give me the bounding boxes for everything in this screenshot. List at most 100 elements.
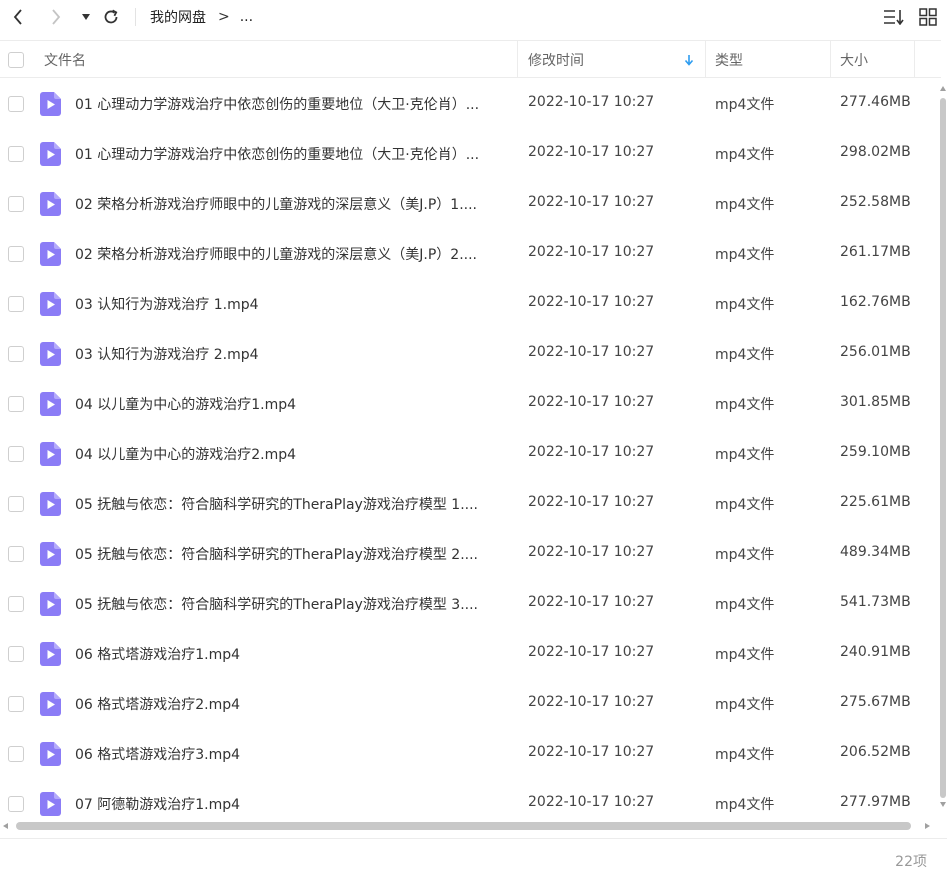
column-divider[interactable] <box>517 41 518 78</box>
row-checkbox[interactable] <box>8 546 24 562</box>
file-name[interactable]: 06 格式塔游戏治疗1.mp4 <box>75 644 505 664</box>
file-row[interactable]: 02 荣格分析游戏治疗师眼中的儿童游戏的深层意义（美J.P）2.... 2022-… <box>0 229 938 279</box>
row-checkbox[interactable] <box>8 596 24 612</box>
file-row[interactable]: 03 认知行为游戏治疗 2.mp4 2022-10-17 10:27 mp4文件 25… <box>0 329 938 379</box>
file-name[interactable]: 05 抚触与依恋：符合脑科学研究的TheraPlay游戏治疗模型 1.... <box>75 494 505 514</box>
file-type: mp4文件 <box>715 797 775 813</box>
scroll-right-arrow[interactable] <box>925 823 930 829</box>
file-name[interactable]: 06 格式塔游戏治疗2.mp4 <box>75 694 505 714</box>
file-row[interactable]: 06 格式塔游戏治疗1.mp4 2022-10-17 10:27 mp4文件 240.… <box>0 629 938 679</box>
file-type: mp4文件 <box>715 647 775 663</box>
checkbox-box[interactable] <box>8 51 24 68</box>
column-modified[interactable]: 修改时间 <box>528 41 584 78</box>
file-name[interactable]: 05 抚触与依恋：符合脑科学研究的TheraPlay游戏治疗模型 2.... <box>75 544 505 564</box>
file-row[interactable]: 05 抚触与依恋：符合脑科学研究的TheraPlay游戏治疗模型 1.... 20… <box>0 479 938 529</box>
file-name[interactable]: 06 格式塔游戏治疗3.mp4 <box>75 744 505 764</box>
file-name[interactable]: 01 心理动力学游戏治疗中依恋创伤的重要地位（大卫·克伦肖）... <box>75 94 505 114</box>
row-checkbox[interactable] <box>8 196 24 212</box>
file-size: 256.01MB <box>840 344 911 360</box>
row-checkbox[interactable] <box>8 646 24 662</box>
forward-button[interactable] <box>44 4 68 30</box>
video-file-icon <box>40 792 61 816</box>
scroll-down-arrow[interactable] <box>940 802 946 807</box>
scroll-left-arrow[interactable] <box>3 823 8 829</box>
row-checkbox[interactable] <box>8 346 24 362</box>
video-file-icon <box>40 192 61 216</box>
file-modified: 2022-10-17 10:27 <box>528 294 655 310</box>
file-row[interactable]: 05 抚触与依恋：符合脑科学研究的TheraPlay游戏治疗模型 2.... 20… <box>0 529 938 579</box>
file-type: mp4文件 <box>715 697 775 713</box>
row-checkbox[interactable] <box>8 746 24 762</box>
row-checkbox[interactable] <box>8 146 24 162</box>
horizontal-scrollbar[interactable] <box>0 818 938 832</box>
file-name[interactable]: 02 荣格分析游戏治疗师眼中的儿童游戏的深层意义（美J.P）1.... <box>75 194 505 214</box>
file-row[interactable]: 04 以儿童为中心的游戏治疗1.mp4 2022-10-17 10:27 mp4文件… <box>0 379 938 429</box>
video-file-icon <box>40 742 61 766</box>
select-all-checkbox[interactable] <box>8 41 24 78</box>
file-row[interactable]: 02 荣格分析游戏治疗师眼中的儿童游戏的深层意义（美J.P）1.... 2022-… <box>0 179 938 229</box>
row-checkbox[interactable] <box>8 446 24 462</box>
file-name[interactable]: 02 荣格分析游戏治疗师眼中的儿童游戏的深层意义（美J.P）2.... <box>75 244 505 264</box>
row-checkbox[interactable] <box>8 96 24 112</box>
file-type: mp4文件 <box>715 197 775 213</box>
file-size: 206.52MB <box>840 744 911 760</box>
toolbar: 我的网盘 > ... <box>0 0 947 36</box>
status-bar: 22项 <box>0 838 947 880</box>
video-file-icon <box>40 692 61 716</box>
file-row[interactable]: 04 以儿童为中心的游戏治疗2.mp4 2022-10-17 10:27 mp4文件… <box>0 429 938 479</box>
file-row[interactable]: 07 阿德勒游戏治疗1.mp4 2022-10-17 10:27 mp4文件 277.… <box>0 779 938 819</box>
file-row[interactable]: 06 格式塔游戏治疗3.mp4 2022-10-17 10:27 mp4文件 206.… <box>0 729 938 779</box>
column-divider[interactable] <box>914 41 915 78</box>
vertical-scroll-thumb[interactable] <box>940 98 946 798</box>
sort-button[interactable] <box>881 4 907 30</box>
refresh-button[interactable] <box>100 4 122 30</box>
row-checkbox[interactable] <box>8 696 24 712</box>
history-dropdown-button[interactable] <box>78 4 94 30</box>
file-name[interactable]: 03 认知行为游戏治疗 2.mp4 <box>75 344 505 364</box>
column-divider[interactable] <box>705 41 706 78</box>
file-list: 01 心理动力学游戏治疗中依恋创伤的重要地位（大卫·克伦肖）... 2022-10… <box>0 79 938 819</box>
file-name[interactable]: 03 认知行为游戏治疗 1.mp4 <box>75 294 505 314</box>
row-checkbox[interactable] <box>8 246 24 262</box>
file-name[interactable]: 01 心理动力学游戏治疗中依恋创伤的重要地位（大卫·克伦肖）... <box>75 144 505 164</box>
file-row[interactable]: 01 心理动力学游戏治疗中依恋创伤的重要地位（大卫·克伦肖）... 2022-10… <box>0 79 938 129</box>
file-row[interactable]: 03 认知行为游戏治疗 1.mp4 2022-10-17 10:27 mp4文件 16… <box>0 279 938 329</box>
file-size: 298.02MB <box>840 144 911 160</box>
column-name[interactable]: 文件名 <box>44 41 86 78</box>
breadcrumb-more[interactable]: ... <box>240 9 253 25</box>
file-name[interactable]: 07 阿德勒游戏治疗1.mp4 <box>75 794 505 814</box>
file-type: mp4文件 <box>715 147 775 163</box>
grid-view-button[interactable] <box>916 4 940 30</box>
back-button[interactable] <box>6 4 30 30</box>
column-type[interactable]: 类型 <box>715 41 743 78</box>
caret-down-icon <box>82 14 90 20</box>
file-size: 261.17MB <box>840 244 911 260</box>
file-type: mp4文件 <box>715 397 775 413</box>
row-checkbox[interactable] <box>8 496 24 512</box>
file-size: 259.10MB <box>840 444 911 460</box>
breadcrumb-root[interactable]: 我的网盘 <box>150 7 206 27</box>
row-checkbox[interactable] <box>8 396 24 412</box>
horizontal-scroll-thumb[interactable] <box>16 822 911 830</box>
video-file-icon <box>40 642 61 666</box>
file-modified: 2022-10-17 10:27 <box>528 744 655 760</box>
file-name[interactable]: 05 抚触与依恋：符合脑科学研究的TheraPlay游戏治疗模型 3.... <box>75 594 505 614</box>
file-row[interactable]: 05 抚触与依恋：符合脑科学研究的TheraPlay游戏治疗模型 3.... 20… <box>0 579 938 629</box>
file-name[interactable]: 04 以儿童为中心的游戏治疗1.mp4 <box>75 394 505 414</box>
vertical-scrollbar[interactable] <box>938 78 947 818</box>
scroll-up-arrow[interactable] <box>940 86 946 91</box>
file-modified: 2022-10-17 10:27 <box>528 494 655 510</box>
file-row[interactable]: 01 心理动力学游戏治疗中依恋创伤的重要地位（大卫·克伦肖）... 2022-10… <box>0 129 938 179</box>
file-row[interactable]: 06 格式塔游戏治疗2.mp4 2022-10-17 10:27 mp4文件 275.… <box>0 679 938 729</box>
column-size[interactable]: 大小 <box>840 41 868 78</box>
item-count: 22项 <box>895 854 927 870</box>
column-divider[interactable] <box>830 41 831 78</box>
file-modified: 2022-10-17 10:27 <box>528 544 655 560</box>
video-file-icon <box>40 392 61 416</box>
file-size: 489.34MB <box>840 544 911 560</box>
file-name[interactable]: 04 以儿童为中心的游戏治疗2.mp4 <box>75 444 505 464</box>
file-size: 275.67MB <box>840 694 911 710</box>
row-checkbox[interactable] <box>8 796 24 812</box>
row-checkbox[interactable] <box>8 296 24 312</box>
arrow-down-icon <box>684 54 694 66</box>
